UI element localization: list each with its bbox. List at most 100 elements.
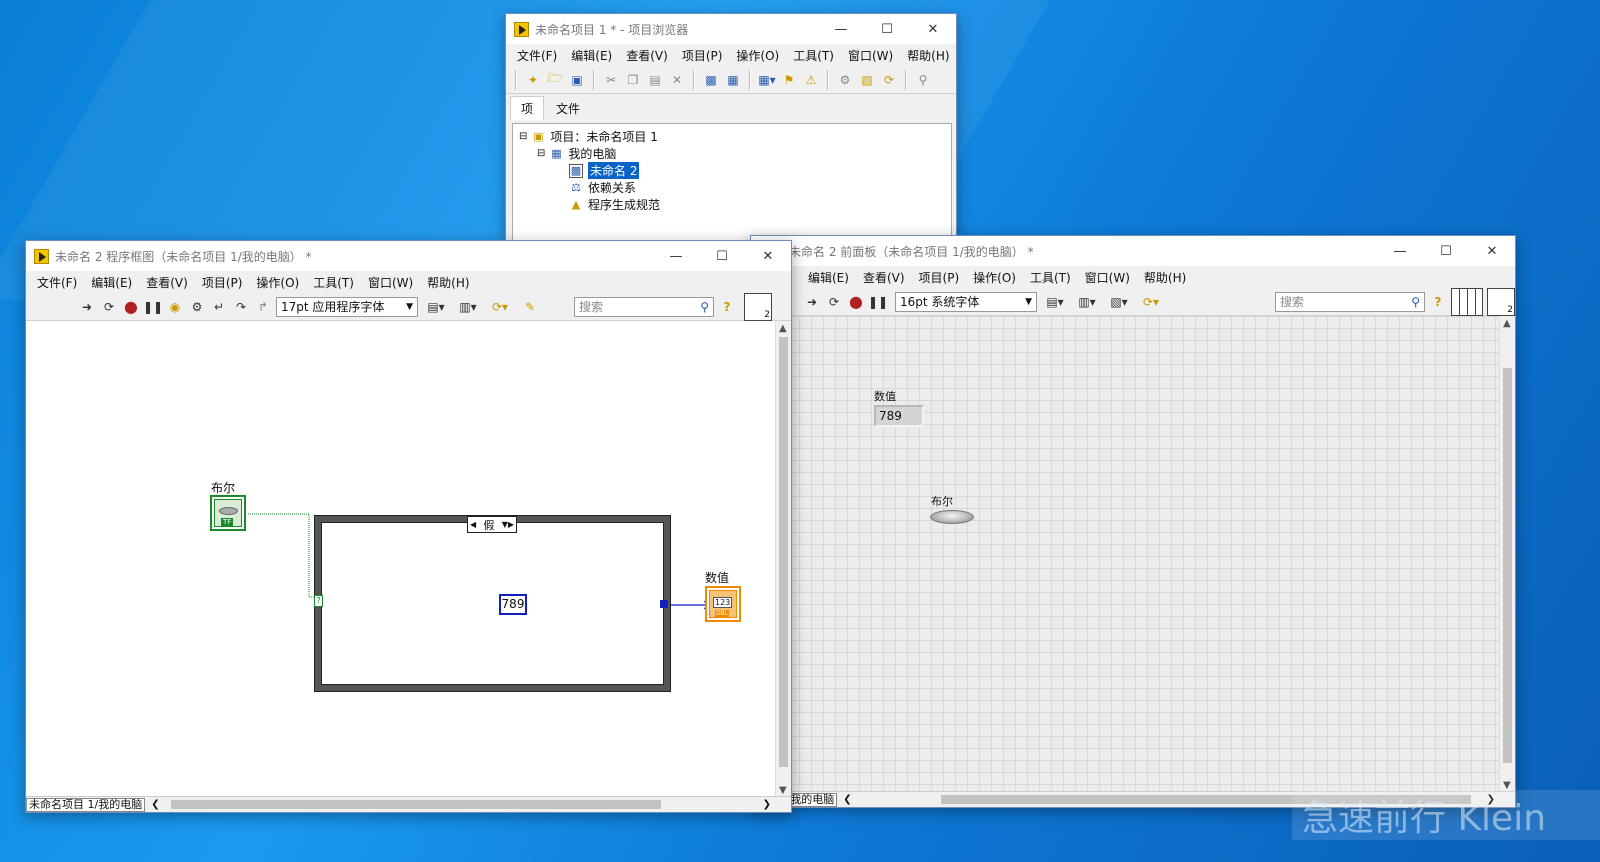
reorder-icon[interactable]: ⟳▾ xyxy=(486,298,514,316)
menu-operate[interactable]: 操作(O) xyxy=(966,269,1023,286)
sort-icon[interactable]: ▧ xyxy=(858,71,876,89)
menu-help[interactable]: 帮助(H) xyxy=(1137,269,1193,286)
menu-edit[interactable]: 编辑(E) xyxy=(84,274,139,291)
scroll-down-icon[interactable]: ▼ xyxy=(779,785,787,796)
dependencies-icon[interactable]: ⚙ xyxy=(836,71,854,89)
new-icon[interactable]: ✦ xyxy=(524,71,542,89)
menu-edit[interactable]: 编辑(E) xyxy=(564,47,619,64)
tree-my-computer[interactable]: ⊟ ▦ 我的电脑 xyxy=(537,145,616,162)
deploy-icon[interactable]: ▦ xyxy=(724,71,742,89)
distribute-icon[interactable]: ▥▾ xyxy=(454,298,482,316)
distribute-icon[interactable]: ▥▾ xyxy=(1073,293,1101,311)
close-button[interactable]: ✕ xyxy=(910,14,956,44)
block-diagram-titlebar[interactable]: 未命名 2 程序框图（未命名项目 1/我的电脑） * — ☐ ✕ xyxy=(26,241,791,271)
step-over-icon[interactable]: ↷ xyxy=(232,298,250,316)
menu-tools[interactable]: 工具(T) xyxy=(306,274,361,291)
search-input[interactable]: 搜索 ⚲ xyxy=(574,296,714,317)
step-out-icon[interactable]: ↱ xyxy=(254,298,272,316)
tree-vi[interactable]: ▩ 未命名 2 xyxy=(569,162,640,179)
step-into-icon[interactable]: ↵ xyxy=(210,298,228,316)
tree-icon[interactable]: ⚑ xyxy=(780,71,798,89)
case-next-icon[interactable]: ▼▶ xyxy=(502,520,514,529)
abort-icon[interactable]: ⬤ xyxy=(847,293,865,311)
run-icon[interactable]: ➜ xyxy=(78,298,96,316)
menu-window[interactable]: 窗口(W) xyxy=(841,47,900,64)
boolean-toggle[interactable] xyxy=(930,510,974,524)
maximize-button[interactable]: ☐ xyxy=(864,14,910,44)
run-icon[interactable]: ➜ xyxy=(803,293,821,311)
front-panel-canvas[interactable]: 数值 789 布尔 xyxy=(751,316,1501,793)
block-diagram-canvas[interactable]: 布尔 TF ◀ 假 ▼▶ ? 789 数值 123 DBL xyxy=(26,321,777,798)
tree-build-specs[interactable]: ▲ 程序生成规范 xyxy=(569,196,660,213)
pause-icon[interactable]: ❚❚ xyxy=(868,293,888,311)
menu-project[interactable]: 项目(P) xyxy=(195,274,250,291)
hscroll-thumb[interactable] xyxy=(171,800,661,809)
font-select[interactable]: 17pt 应用程序字体 ▼ xyxy=(276,296,418,317)
close-button[interactable]: ✕ xyxy=(745,241,791,271)
maximize-button[interactable]: ☐ xyxy=(1423,236,1469,266)
menu-help[interactable]: 帮助(H) xyxy=(900,47,956,64)
block-diagram-vscroll[interactable]: ▲ ▼ xyxy=(775,321,791,798)
refresh-icon[interactable]: ⟳ xyxy=(880,71,898,89)
tab-items[interactable]: 项 xyxy=(510,96,545,120)
vi-icon[interactable]: 2 xyxy=(1487,287,1515,316)
view-options-icon[interactable]: ▦▾ xyxy=(758,71,776,89)
numeric-indicator-terminal[interactable]: 123 DBL xyxy=(705,586,741,622)
menu-view[interactable]: 查看(V) xyxy=(856,269,912,286)
case-selector-label[interactable]: ◀ 假 ▼▶ xyxy=(467,516,517,533)
reorder-icon[interactable]: ⟳▾ xyxy=(1137,293,1165,311)
scroll-thumb[interactable] xyxy=(1503,368,1512,763)
menu-view[interactable]: 查看(V) xyxy=(139,274,195,291)
menu-view[interactable]: 查看(V) xyxy=(619,47,675,64)
menu-tools[interactable]: 工具(T) xyxy=(786,47,841,64)
scroll-thumb[interactable] xyxy=(779,337,788,767)
align-icon[interactable]: ▤▾ xyxy=(422,298,450,316)
menu-operate[interactable]: 操作(O) xyxy=(729,47,786,64)
menu-tools[interactable]: 工具(T) xyxy=(1023,269,1078,286)
scroll-up-icon[interactable]: ▲ xyxy=(779,323,787,334)
project-titlebar[interactable]: 未命名项目 1 * - 项目浏览器 — ☐ ✕ xyxy=(506,14,956,44)
cleanup-diagram-icon[interactable]: ✎ xyxy=(518,298,542,316)
front-panel-titlebar[interactable]: 未命名 2 前面板（未命名项目 1/我的电脑） * — ☐ ✕ xyxy=(751,236,1515,266)
help-icon[interactable]: ? xyxy=(718,298,736,316)
minimize-button[interactable]: — xyxy=(818,14,864,44)
cut-icon[interactable]: ✂ xyxy=(602,71,620,89)
font-select[interactable]: 16pt 系统字体 ▼ xyxy=(895,291,1037,312)
tree-root[interactable]: ⊟ ▣ 项目：未命名项目 1 xyxy=(519,128,658,145)
menu-project[interactable]: 项目(P) xyxy=(675,47,730,64)
numeric-constant[interactable]: 789 xyxy=(499,594,527,615)
menu-help[interactable]: 帮助(H) xyxy=(420,274,476,291)
help-icon[interactable]: ? xyxy=(1429,293,1447,311)
close-button[interactable]: ✕ xyxy=(1469,236,1515,266)
maximize-button[interactable]: ☐ xyxy=(699,241,745,271)
case-selector-terminal[interactable]: ? xyxy=(314,595,323,607)
menu-window[interactable]: 窗口(W) xyxy=(1078,269,1137,286)
menu-file[interactable]: 文件(F) xyxy=(30,274,84,291)
vi-icon[interactable]: 2 xyxy=(744,292,772,321)
menu-edit[interactable]: 编辑(E) xyxy=(801,269,856,286)
highlight-execution-icon[interactable]: ◉ xyxy=(166,298,184,316)
menu-project[interactable]: 项目(P) xyxy=(912,269,967,286)
save-all-icon[interactable]: ▣ xyxy=(568,71,586,89)
front-panel-vscroll[interactable]: ▲ ▼ xyxy=(1499,316,1515,793)
minimize-button[interactable]: — xyxy=(653,241,699,271)
menu-operate[interactable]: 操作(O) xyxy=(249,274,306,291)
pause-icon[interactable]: ❚❚ xyxy=(143,298,163,316)
collapse-icon[interactable]: ⊟ xyxy=(519,131,527,142)
case-prev-icon[interactable]: ◀ xyxy=(470,520,476,529)
output-tunnel[interactable] xyxy=(660,600,668,608)
icon-editor-grid-icon[interactable] xyxy=(1451,287,1483,316)
warning-icon[interactable]: ⚠ xyxy=(802,71,820,89)
tab-files[interactable]: 文件 xyxy=(546,97,590,120)
run-continuously-icon[interactable]: ⟳ xyxy=(100,298,118,316)
copy-icon[interactable]: ❐ xyxy=(624,71,642,89)
scroll-up-icon[interactable]: ▲ xyxy=(1503,318,1511,329)
run-continuously-icon[interactable]: ⟳ xyxy=(825,293,843,311)
find-icon[interactable]: ⚲ xyxy=(914,71,932,89)
paste-icon[interactable]: ▤ xyxy=(646,71,664,89)
numeric-indicator[interactable]: 789 xyxy=(874,405,924,427)
open-folder-icon[interactable]: 🗁 xyxy=(546,71,564,89)
minimize-button[interactable]: — xyxy=(1377,236,1423,266)
tree-dependencies[interactable]: ⚖ 依赖关系 xyxy=(569,179,636,196)
align-icon[interactable]: ▤▾ xyxy=(1041,293,1069,311)
